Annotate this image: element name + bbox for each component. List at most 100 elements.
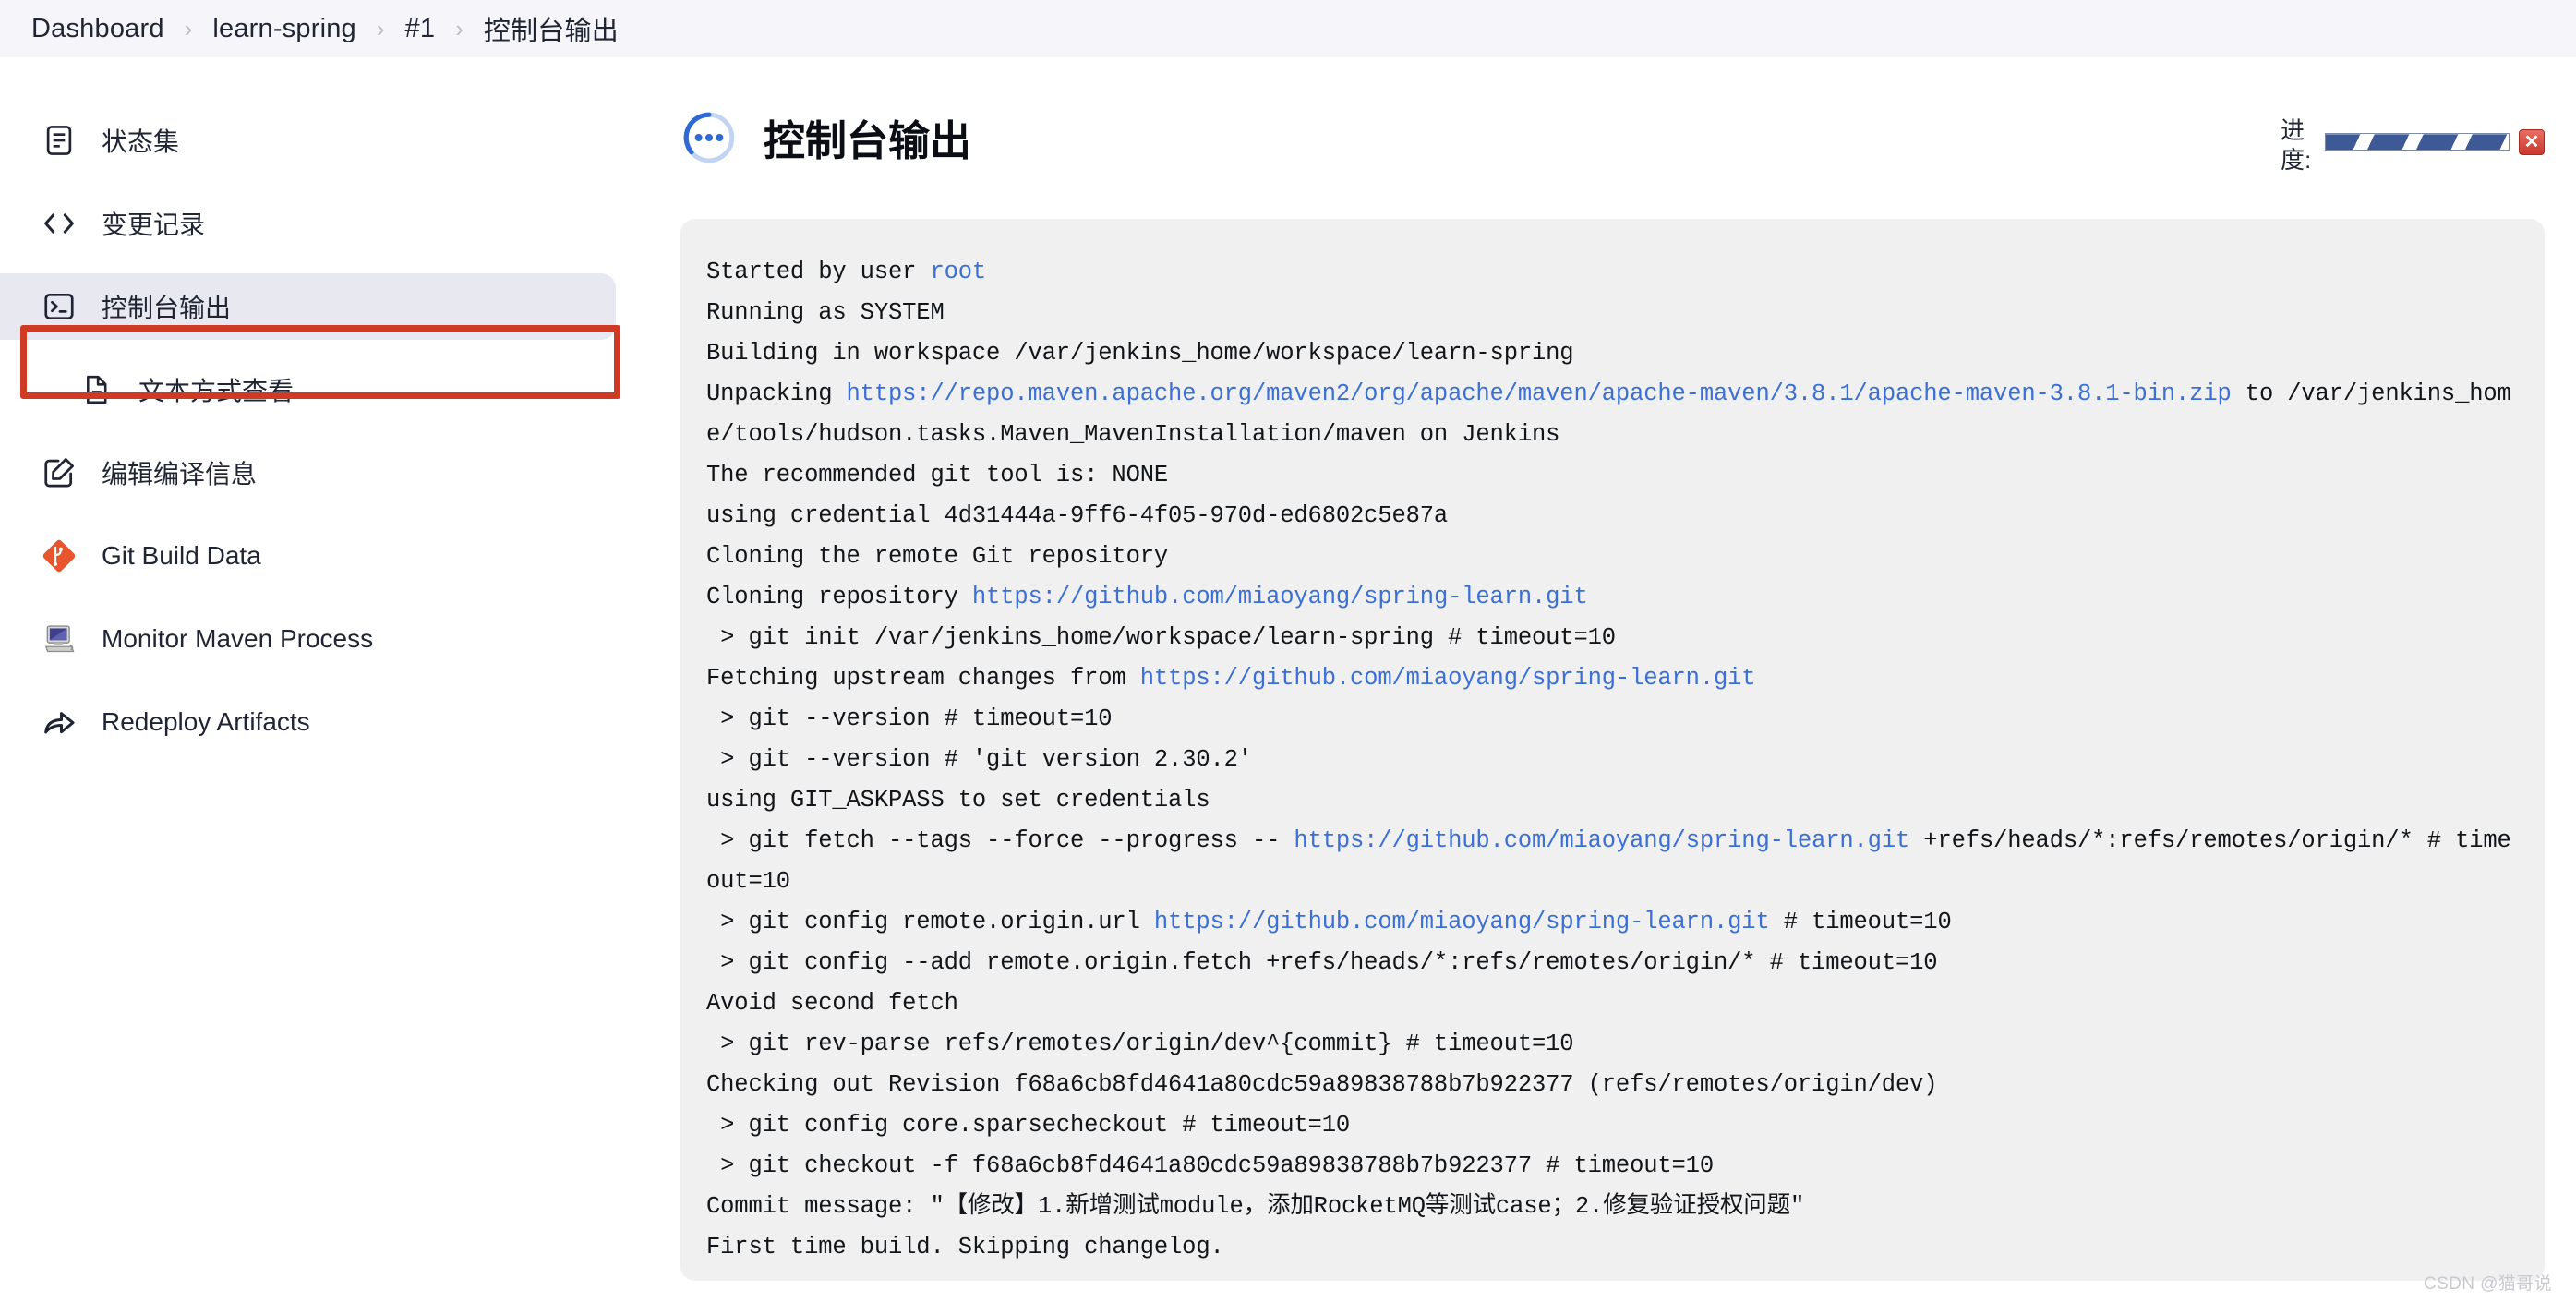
console-log-text: > git --version # 'git version 2.30.2' xyxy=(706,746,1252,774)
code-brackets-icon xyxy=(41,205,78,242)
console-log-text: Checking out Revision f68a6cb8fd4641a80c… xyxy=(706,1071,1938,1099)
console-log-link[interactable]: root xyxy=(930,259,986,285)
console-log-line: > git config --add remote.origin.fetch +… xyxy=(706,943,2519,983)
sidebar-item-git-build-data[interactable]: Git Build Data xyxy=(0,523,597,589)
title-group: 控制台输出 xyxy=(680,107,2281,167)
console-log-text: Commit message: "【修改】1.新增测试module，添加Rock… xyxy=(706,1193,1805,1221)
chevron-right-icon: › xyxy=(376,14,385,42)
breadcrumb-item-dashboard[interactable]: Dashboard xyxy=(31,14,164,44)
console-log-line: > git init /var/jenkins_home/workspace/l… xyxy=(706,618,2519,658)
console-log-line: First time build. Skipping changelog. xyxy=(706,1227,2519,1268)
console-log-text: Building in workspace /var/jenkins_home/… xyxy=(706,340,1574,368)
console-log-line: Commit message: "【修改】1.新增测试module，添加Rock… xyxy=(706,1187,2519,1227)
sidebar-item-label: Redeploy Artifacts xyxy=(102,707,310,736)
breadcrumb-item-build[interactable]: #1 xyxy=(405,14,436,44)
console-log-line: Avoid second fetch xyxy=(706,983,2519,1024)
share-arrow-icon xyxy=(41,704,78,741)
console-log-line: Cloning the remote Git repository xyxy=(706,536,2519,577)
sidebar-item-label: 状态集 xyxy=(102,127,180,156)
console-log-text: using credential 4d31444a-9ff6-4f05-970d… xyxy=(706,502,1449,530)
console-log-line: The recommended git tool is: NONE xyxy=(706,455,2519,496)
document-list-icon xyxy=(41,122,78,159)
breadcrumb-item-console: 控制台输出 xyxy=(483,17,619,46)
sidebar-item-edit-build-info[interactable]: 编辑编译信息 xyxy=(0,440,597,506)
breadcrumb: Dashboard › learn-spring › #1 › 控制台输出 xyxy=(0,0,2576,57)
page-title: 控制台输出 xyxy=(764,117,972,164)
console-log-text: > git config core.sparsecheckout # timeo… xyxy=(706,1112,1351,1139)
console-log-text: The recommended git tool is: NONE xyxy=(706,462,1169,489)
console-log-text: > git fetch --tags --force --progress -- xyxy=(706,827,1294,855)
console-log-line: Running as SYSTEM xyxy=(706,293,2519,333)
console-log-text: Fetching upstream changes from xyxy=(706,665,1140,693)
console-log-line: Cloning repository https://github.com/mi… xyxy=(706,577,2519,618)
console-log-text: Running as SYSTEM xyxy=(706,299,945,327)
console-log-text: > git config remote.origin.url xyxy=(706,909,1154,936)
chevron-right-icon: › xyxy=(455,14,463,42)
computer-icon xyxy=(41,621,78,657)
console-log-text: Cloning repository xyxy=(706,584,972,611)
console-log-line: Checking out Revision f68a6cb8fd4641a80c… xyxy=(706,1065,2519,1105)
sidebar-item-plain-text[interactable]: 文本方式查看 xyxy=(0,356,597,423)
sidebar-item-label: 控制台输出 xyxy=(102,294,232,322)
sidebar-item-redeploy-artifacts[interactable]: Redeploy Artifacts xyxy=(0,689,597,755)
console-log-line: using credential 4d31444a-9ff6-4f05-970d… xyxy=(706,496,2519,536)
console-log-link[interactable]: https://github.com/miaoyang/spring-learn… xyxy=(1154,909,1770,935)
progress-label: 进度: xyxy=(2281,116,2312,174)
console-log-line: > git checkout -f f68a6cb8fd4641a80cdc59… xyxy=(706,1146,2519,1187)
console-log-line: > git fetch --tags --force --progress --… xyxy=(706,821,2519,902)
console-log-link[interactable]: https://github.com/miaoyang/spring-learn… xyxy=(1294,827,1909,854)
sidebar: 状态集 变更记录 控制台输出 文本方式查看 编辑编译信息 Git Build D… xyxy=(0,57,680,1302)
sidebar-item-label: 变更记录 xyxy=(102,211,206,239)
sidebar-item-label: 编辑编译信息 xyxy=(102,460,258,488)
console-log-text: using GIT_ASKPASS to set credentials xyxy=(706,787,1210,814)
console-log-line: Started by user root xyxy=(706,252,2519,293)
console-log-text: First time build. Skipping changelog. xyxy=(706,1234,1224,1261)
console-log-line: > git --version # timeout=10 xyxy=(706,699,2519,740)
sidebar-item-label: Monitor Maven Process xyxy=(102,624,374,653)
sidebar-item-console-output[interactable]: 控制台输出 xyxy=(0,273,616,340)
sidebar-item-changes[interactable]: 变更记录 xyxy=(0,190,597,257)
console-log-text: > git rev-parse refs/remotes/origin/dev^… xyxy=(706,1031,1574,1058)
console-log-link[interactable]: https://repo.maven.apache.org/maven2/org… xyxy=(847,380,2232,407)
sidebar-item-status[interactable]: 状态集 xyxy=(0,107,597,174)
chevron-right-icon: › xyxy=(184,14,193,42)
stop-build-button[interactable]: ✕ xyxy=(2519,129,2545,155)
console-log-line: Unpacking https://repo.maven.apache.org/… xyxy=(706,374,2519,455)
in-progress-spinner-icon xyxy=(680,109,738,166)
console-log-text: Avoid second fetch xyxy=(706,990,958,1018)
console-log-text: Cloning the remote Git repository xyxy=(706,543,1169,571)
main-content: 控制台输出 进度: ✕ Started by user root Running … xyxy=(680,57,2576,1302)
build-progress: 进度: ✕ xyxy=(2281,107,2545,175)
console-log-text: # timeout=10 xyxy=(1769,909,1952,936)
progress-bar xyxy=(2325,133,2510,151)
console-log-text: Unpacking xyxy=(706,380,847,408)
text-file-icon xyxy=(78,371,114,408)
terminal-icon xyxy=(41,288,78,325)
page-header: 控制台输出 进度: ✕ xyxy=(680,107,2576,175)
console-log-text: > git checkout -f f68a6cb8fd4641a80cdc59… xyxy=(706,1152,1714,1180)
console-log-line: > git config remote.origin.url https://g… xyxy=(706,902,2519,943)
console-log-link[interactable]: https://github.com/miaoyang/spring-learn… xyxy=(972,584,1588,610)
console-log-link[interactable]: https://github.com/miaoyang/spring-learn… xyxy=(1140,665,1756,692)
console-log-line: using GIT_ASKPASS to set credentials xyxy=(706,780,2519,821)
console-log-line: Fetching upstream changes from https://g… xyxy=(706,658,2519,699)
console-output-panel[interactable]: Started by user root Running as SYSTEM Bui… xyxy=(680,219,2545,1282)
breadcrumb-item-job[interactable]: learn-spring xyxy=(212,14,356,44)
console-log-line: > git config core.sparsecheckout # timeo… xyxy=(706,1105,2519,1146)
git-diamond-icon xyxy=(41,537,78,574)
console-log-line: > git rev-parse refs/remotes/origin/dev^… xyxy=(706,1024,2519,1065)
console-log-line: Building in workspace /var/jenkins_home/… xyxy=(706,333,2519,374)
console-log-text: > git init /var/jenkins_home/workspace/l… xyxy=(706,624,1616,652)
sidebar-item-label: 文本方式查看 xyxy=(138,377,295,405)
edit-square-icon xyxy=(41,454,78,491)
console-log-text: > git --version # timeout=10 xyxy=(706,705,1113,733)
sidebar-item-monitor-maven-process[interactable]: Monitor Maven Process xyxy=(0,606,597,672)
console-log-text: > git config --add remote.origin.fetch +… xyxy=(706,949,1938,977)
